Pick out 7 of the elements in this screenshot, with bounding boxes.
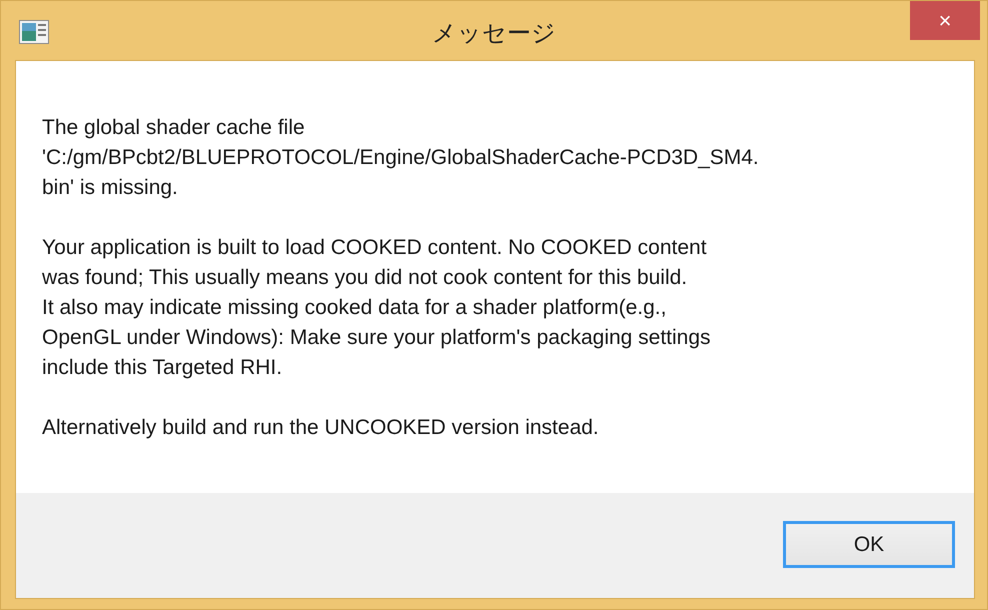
message-text: The global shader cache file 'C:/gm/BPcbt2/BLUEPROTOCOL/Engine/GlobalShaderCache-PCD3D_SM4. bin' is missing. [42,115,760,201]
window-icon [19,20,49,44]
message-text: Alternatively build and run the UNCOOKED version instead. [42,415,600,441]
ok-button[interactable]: OK [783,521,955,568]
window-title: メッセージ [432,18,556,48]
message-text: Your application is built to load COOKED content. No COOKED content was found; This usually means you did not cook content for this build. It also may indicate missing cooked data for a shader platform(e.g., OpenGL under Windows): Make sure your platform's packaging settings include this Targeted RHI. [42,235,712,381]
close-button[interactable]: × [910,1,980,40]
